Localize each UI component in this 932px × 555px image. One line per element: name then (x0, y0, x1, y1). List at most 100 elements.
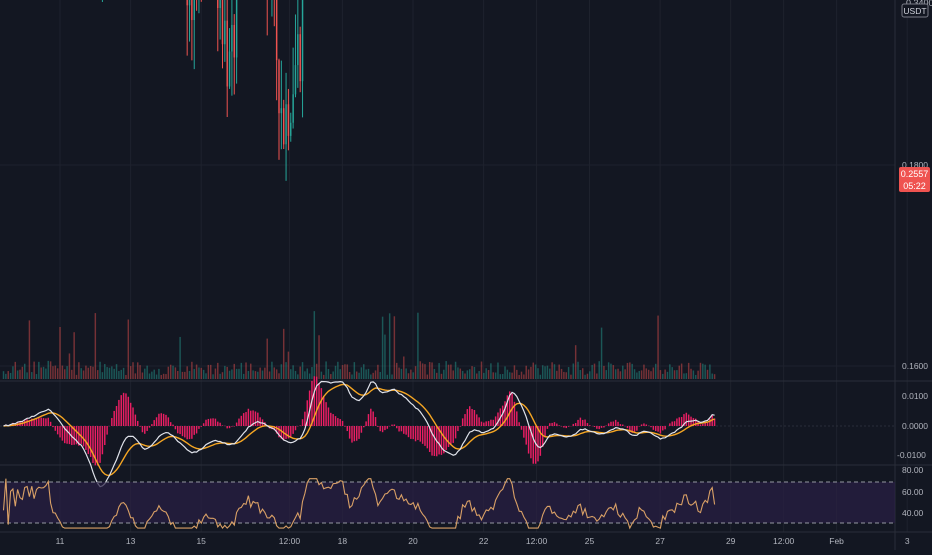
candle-body (280, 108, 283, 114)
volume-bar (452, 370, 454, 379)
volume-bar (645, 368, 648, 379)
volume-bar (205, 373, 207, 379)
time-tick-label: 3 (905, 536, 910, 546)
volume-bar (398, 367, 400, 379)
volume-bar (476, 373, 478, 379)
volume-bar (294, 370, 297, 379)
volume-bar (172, 365, 174, 379)
chart-canvas[interactable]: 0.32000.30000.28000.26000.24000.22000.20… (0, 0, 932, 550)
rsi-pane[interactable] (0, 478, 895, 530)
volume-bar (360, 367, 363, 379)
volume-bar (188, 370, 191, 379)
volume-bar (47, 360, 49, 379)
volume-bar (287, 351, 290, 379)
volume-bar (320, 371, 323, 379)
volume-bar (19, 369, 21, 379)
volume-bar (71, 369, 73, 379)
volume-bar (14, 361, 17, 379)
candle-body (275, 0, 278, 61)
volume-bar (468, 369, 471, 379)
volume-bar (577, 361, 579, 379)
volume-bar (523, 374, 525, 379)
rsi-axis[interactable]: 80.00 60.00 40.00 (902, 465, 924, 518)
volume-bar (146, 365, 148, 379)
volume-bar (45, 368, 47, 379)
volume-bar (271, 361, 273, 379)
volume-bar (323, 374, 325, 379)
candle-body (299, 34, 301, 82)
volume-bar (31, 372, 33, 379)
volume-bar (304, 371, 306, 379)
volume-bar (647, 369, 650, 379)
volume-bar (614, 369, 617, 379)
volume-bar (504, 366, 506, 379)
volume-bar (299, 366, 301, 379)
volume-bar (433, 368, 436, 379)
volume-bar (556, 370, 558, 379)
candle-body (219, 0, 221, 9)
candle-body (228, 51, 231, 87)
volume-bar (339, 369, 341, 379)
volume-bar (73, 332, 75, 379)
volume-bar (695, 374, 697, 379)
volume-bar (306, 368, 308, 379)
trading-chart[interactable]: 0.32000.30000.28000.26000.24000.22000.20… (0, 0, 932, 550)
time-tick-label: Feb (829, 536, 844, 546)
volume-bar (657, 315, 659, 379)
volume-bar (108, 367, 111, 379)
volume-bar (673, 370, 676, 379)
volume-bar (49, 361, 52, 379)
volume-bar (692, 370, 695, 379)
volume-bar (610, 363, 612, 379)
volume-bar (381, 316, 384, 379)
volume-bar (259, 367, 261, 379)
volume-bar (94, 313, 97, 379)
candle-body (224, 20, 226, 45)
time-tick-label: 20 (408, 536, 418, 546)
volume-bar (217, 362, 219, 379)
candle-body (217, 0, 219, 9)
volume-bar (445, 361, 447, 379)
volume-bar (579, 369, 582, 379)
volume-bar (87, 367, 90, 379)
candle-body (285, 104, 287, 145)
volume-bar (516, 369, 518, 379)
volume-bar (245, 362, 247, 379)
volume-bar (501, 374, 504, 379)
volume-bar (184, 371, 186, 379)
candle-body (231, 24, 233, 52)
volume-bar (52, 366, 54, 379)
candle-body (301, 0, 304, 82)
volume-bar (275, 369, 278, 379)
volume-bar (2, 371, 5, 379)
volume-bar (226, 366, 228, 379)
volume-bar (539, 374, 542, 379)
volume-bar (179, 336, 181, 379)
volume-bar (572, 363, 575, 379)
volume-bar (334, 365, 337, 379)
volume-bar (393, 316, 396, 379)
volume-bar (374, 370, 377, 379)
candle-body (278, 60, 280, 114)
volume-bar (278, 373, 280, 379)
candle-body (193, 0, 195, 21)
time-tick-label: 25 (585, 536, 595, 546)
volume-bar (136, 362, 139, 379)
currency-label: USDT (903, 6, 926, 16)
volume-bar (431, 362, 433, 379)
volume-bar (68, 353, 71, 379)
volume-bar (113, 368, 115, 379)
volume-bar (169, 364, 172, 379)
volume-bar (492, 372, 494, 379)
volume-bar (247, 370, 250, 379)
volume-bar (421, 363, 424, 379)
volume-bar (162, 373, 165, 379)
volume-bar (231, 369, 233, 379)
rsi-tick-label: 60.00 (902, 487, 924, 497)
volume-bar (75, 374, 78, 379)
volume-bar (638, 370, 640, 379)
volume-bar (593, 363, 596, 379)
volume-bar (671, 367, 673, 379)
volume-bar (391, 374, 393, 379)
volume-bar (697, 370, 699, 379)
